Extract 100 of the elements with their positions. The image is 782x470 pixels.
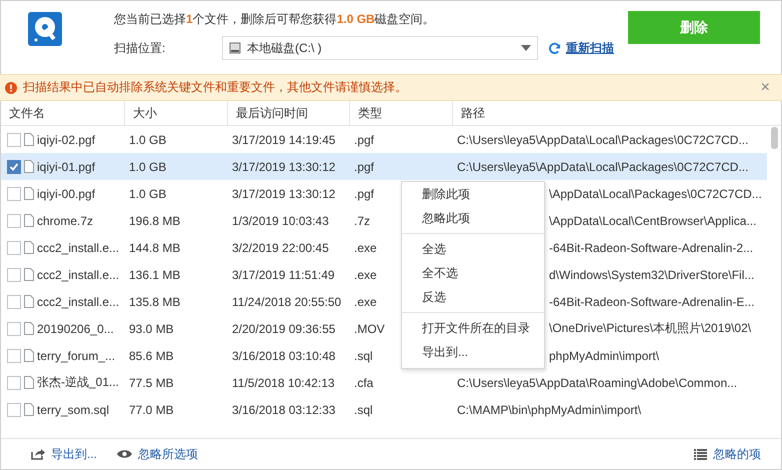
file-path: \AppData\Local\Packages\0C72C7CD... (549, 186, 762, 200)
checkbox[interactable] (7, 348, 21, 362)
menu-item[interactable]: 全选 (402, 237, 544, 261)
checkbox[interactable] (7, 402, 21, 416)
file-size: 93.0 MB (129, 322, 174, 336)
drive-icon (229, 42, 241, 54)
menu-item[interactable]: 导出到... (402, 340, 544, 364)
selection-summary: 您当前已选择1个文件，删除后可帮您获得1.0 GB磁盘空间。 (114, 11, 436, 28)
file-type: .MOV (354, 322, 385, 336)
column-header[interactable]: 文件名 (1, 101, 125, 125)
file-path: -64Bit-Radeon-Software-Adrenalin-2... (549, 240, 754, 254)
file-type: .exe (354, 268, 377, 282)
export-button[interactable]: 导出到... (31, 446, 98, 462)
file-size: 136.1 MB (129, 268, 180, 282)
checkbox[interactable] (7, 160, 21, 174)
checkbox[interactable] (7, 322, 21, 336)
disk-cleaner-icon (28, 12, 62, 46)
file-path: \AppData\Local\CentBrowser\Applica... (549, 214, 756, 228)
access-time: 3/2/2019 22:00:45 (232, 240, 329, 254)
file-size: 1.0 GB (129, 132, 166, 146)
notice-text: 扫描结果中已自动排除系统关键文件和重要文件，其他文件请谨慎选择。 (23, 79, 408, 96)
menu-item[interactable]: 打开文件所在的目录 (402, 316, 544, 340)
file-path: phpMyAdmin\import\ (549, 348, 660, 362)
export-icon (31, 448, 45, 460)
file-type: .pgf (354, 160, 374, 174)
file-icon (24, 403, 34, 416)
column-header[interactable]: 路径 (453, 101, 781, 125)
scan-location-label: 扫描位置: (114, 40, 166, 56)
checkbox[interactable] (7, 240, 21, 254)
column-header[interactable]: 类型 (350, 101, 453, 125)
list-icon (694, 448, 707, 460)
file-name: iqiyi-00.pgf (37, 186, 96, 200)
access-time: 3/17/2019 13:30:12 (232, 186, 336, 200)
rescan-link[interactable]: 重新扫描 (548, 40, 614, 56)
menu-item[interactable]: 全不选 (402, 261, 544, 285)
file-name: iqiyi-02.pgf (37, 132, 96, 146)
file-type: .sql (354, 402, 373, 416)
checkbox[interactable] (7, 376, 21, 390)
file-type: .sql (354, 348, 373, 362)
ignore-selected-button[interactable]: 忽略所选项 (117, 446, 198, 462)
checkbox[interactable] (7, 294, 21, 308)
file-type: .pgf (354, 186, 374, 200)
column-header[interactable]: 大小 (125, 101, 228, 125)
table-row[interactable]: iqiyi-01.pgf 1.0 GB 3/17/2019 13:30:12 .pgf C:\Users\leya5\AppData\Local\Packages\0C72C7CD... (1, 153, 767, 180)
warning-icon (5, 82, 17, 94)
file-name: chrome.7z (37, 214, 94, 228)
access-time: 3/17/2019 13:30:12 (232, 160, 336, 174)
access-time: 11/5/2018 10:42:13 (232, 376, 335, 390)
menu-item[interactable]: 删除此项 (402, 182, 544, 206)
location-dropdown[interactable]: 本地磁盘(C:\ ) (222, 36, 538, 60)
file-size: 135.8 MB (129, 294, 180, 308)
access-time: 11/24/2018 20:55:50 (232, 294, 342, 308)
file-name: ccc2_install.e... (37, 294, 120, 308)
file-icon (24, 295, 34, 308)
menu-item[interactable]: 忽略此项 (402, 206, 544, 230)
file-name: terry_forum_... (37, 348, 116, 362)
checkbox[interactable] (7, 268, 21, 282)
menu-item[interactable]: 反选 (402, 285, 544, 309)
access-time: 3/17/2019 14:19:45 (232, 132, 336, 146)
access-time: 3/16/2018 03:10:48 (232, 348, 336, 362)
file-size: 1.0 GB (129, 186, 166, 200)
file-type: .cfa (354, 376, 374, 390)
caret-icon (521, 45, 531, 51)
file-size: 144.8 MB (129, 240, 180, 254)
file-icon (24, 268, 34, 281)
file-path: C:\MAMP\bin\phpMyAdmin\import\ (457, 402, 642, 416)
file-type: .exe (354, 240, 377, 254)
file-path: d\Windows\System32\DriverStore\Fil... (549, 268, 754, 282)
file-size: 77.5 MB (129, 376, 174, 390)
file-type: .7z (354, 214, 370, 228)
scrollbar-thumb[interactable] (771, 127, 778, 149)
column-header[interactable]: 最后访问时间 (228, 101, 350, 125)
file-size: 1.0 GB (129, 160, 166, 174)
file-size: 85.6 MB (129, 348, 174, 362)
file-size: 77.0 MB (129, 402, 174, 416)
file-path: C:\Users\leya5\AppData\Local\Packages\0C72C7CD... (457, 132, 748, 146)
file-icon (24, 376, 34, 389)
eye-icon (117, 449, 132, 459)
file-icon (24, 322, 34, 335)
file-name: iqiyi-01.pgf (37, 160, 96, 174)
checkbox[interactable] (7, 186, 21, 200)
ignored-items-button[interactable]: 忽略的项 (694, 446, 761, 462)
file-size: 196.8 MB (129, 214, 180, 228)
file-icon (24, 160, 34, 173)
file-name: 20190206_0... (37, 322, 114, 336)
file-name: 张杰-逆战_01... (37, 374, 120, 391)
checkbox[interactable] (7, 214, 21, 228)
file-path: \OneDrive\Pictures\本机照片\2019\02\ (549, 321, 752, 335)
refresh-icon (548, 42, 561, 54)
file-name: ccc2_install.e... (37, 268, 120, 282)
access-time: 3/16/2018 03:12:33 (232, 402, 336, 416)
access-time: 1/3/2019 10:03:43 (232, 214, 329, 228)
file-icon (24, 349, 34, 362)
file-type: .exe (354, 294, 377, 308)
checkbox[interactable] (7, 132, 21, 146)
access-time: 3/17/2019 11:51:49 (232, 268, 335, 282)
file-icon (24, 187, 34, 200)
file-icon (24, 133, 34, 146)
file-icon (24, 241, 34, 254)
file-path: -64Bit-Radeon-Software-Adrenalin-E... (549, 294, 754, 308)
